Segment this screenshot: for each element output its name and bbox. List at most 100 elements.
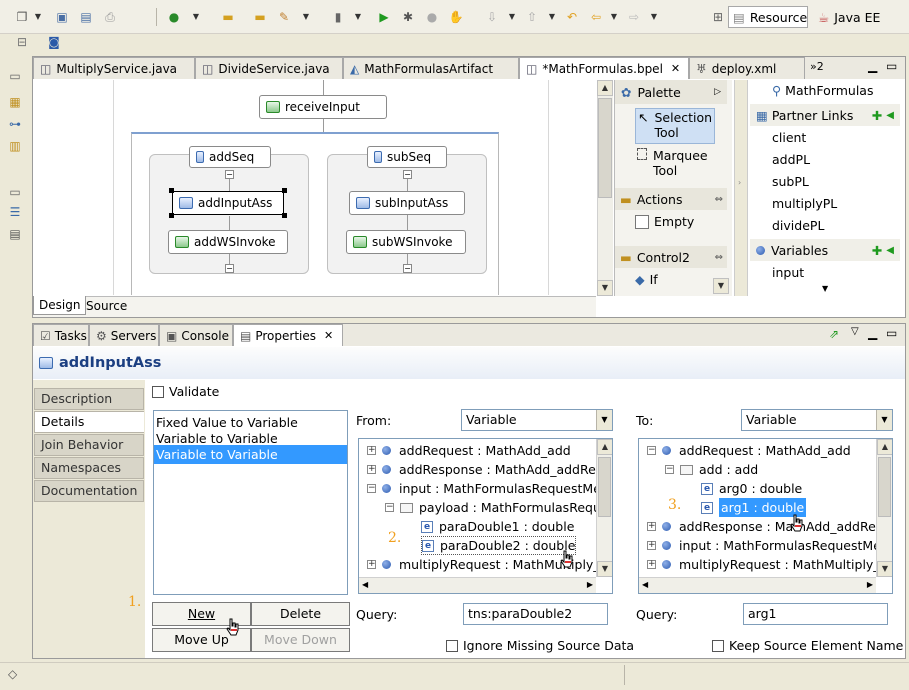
scroll-down-icon[interactable]: ▼ [822, 284, 828, 293]
partner-link-item[interactable]: multiplyPL [770, 194, 837, 213]
scroll-right-icon[interactable]: ▶ [587, 580, 593, 589]
pin-view-icon[interactable]: ⇗ [829, 327, 839, 341]
collapse-toggle[interactable]: − [385, 503, 394, 512]
tree-node[interactable]: + addRequest : MathAdd_add [367, 441, 571, 460]
sub-input-assign-node[interactable]: subInputAss [349, 191, 465, 215]
save-icon[interactable]: ▣ [54, 9, 70, 25]
view-menu-icon[interactable]: ▽ [851, 326, 859, 337]
to-query-field[interactable]: arg1 [743, 603, 888, 625]
scroll-left-icon[interactable]: ◀ [362, 580, 368, 589]
expand-toggle[interactable]: + [647, 522, 656, 531]
tree-scrollbar[interactable]: ▲ ▼ [876, 439, 892, 577]
tab-divideservice[interactable]: ◫ DivideService.java [195, 57, 343, 79]
add-variable-button[interactable]: ✚ [872, 243, 882, 258]
selection-tool[interactable]: ↖ Selection Tool [635, 108, 715, 144]
prev-annotation-icon[interactable]: ⇧ [524, 9, 540, 25]
tab-properties[interactable]: ▤ Properties ✕ [233, 324, 343, 346]
fast-view-icon[interactable]: ◇ [8, 667, 17, 681]
scroll-right-icon[interactable]: ▶ [867, 580, 873, 589]
selection-handle[interactable] [282, 213, 287, 218]
start-icon[interactable]: ▶ [376, 9, 392, 25]
chevron-down-icon[interactable]: ▼ [504, 9, 520, 25]
collapse-toggle[interactable]: − [367, 484, 376, 493]
side-tab-join-behavior[interactable]: Join Behavior [34, 434, 144, 456]
marquee-tool[interactable]: Marquee Tool [635, 148, 719, 182]
scroll-thumb[interactable] [598, 457, 611, 517]
side-tab-description[interactable]: Description [34, 388, 144, 410]
add-partner-link-button[interactable]: ✚ [872, 108, 882, 123]
maximize-icon[interactable]: ▭ [886, 59, 897, 73]
minimize-icon[interactable]: ▁ [868, 59, 877, 73]
scroll-thumb[interactable] [878, 457, 891, 517]
h-scrollbar[interactable]: ◀ ▶ [359, 577, 596, 593]
tab-source[interactable]: Source [83, 298, 130, 314]
collapse-toggle[interactable]: − [403, 170, 412, 179]
last-edit-icon[interactable]: ↶ [564, 9, 580, 25]
scroll-down-button[interactable]: ▼ [713, 278, 729, 294]
hand-icon[interactable]: ✋ [448, 9, 464, 25]
side-tab-namespaces[interactable]: Namespaces [34, 457, 144, 479]
from-type-select[interactable]: Variable ▼ [461, 409, 613, 431]
chevron-down-icon[interactable]: ▼ [350, 9, 366, 25]
open-perspective-icon[interactable]: ⊞ [710, 9, 726, 25]
expand-toggle[interactable]: + [647, 541, 656, 550]
tab-console[interactable]: ▣ Console [159, 324, 233, 346]
chevron-down-icon[interactable]: ▼ [596, 410, 612, 430]
restore-icon[interactable]: ▭ [7, 184, 23, 200]
partner-link-item[interactable]: client [770, 128, 806, 147]
collapse-toggle[interactable]: − [403, 264, 412, 273]
checkbox-box[interactable] [152, 385, 164, 398]
move-down-button[interactable]: Move Down [251, 628, 350, 652]
ignore-missing-checkbox[interactable]: Ignore Missing Source Data [446, 638, 634, 653]
minimize-icon[interactable]: ▁ [868, 326, 877, 340]
tree-node[interactable]: − add : add [665, 460, 758, 479]
debug-icon[interactable]: ● [166, 9, 182, 25]
receive-input-node[interactable]: receiveInput [259, 95, 387, 119]
splitter[interactable]: › [734, 80, 748, 296]
new-icon[interactable]: ❐ [14, 9, 30, 25]
next-annotation-icon[interactable]: ⇩ [484, 9, 500, 25]
copy-rule-list[interactable]: Fixed Value to Variable Variable to Vari… [153, 410, 348, 595]
if-activity[interactable]: ◆ If [635, 272, 658, 287]
tree-node[interactable]: − addRequest : MathAdd_add [647, 441, 851, 460]
partner-link-item[interactable]: dividePL [770, 216, 824, 235]
chevron-down-icon[interactable]: ▼ [876, 410, 892, 430]
collapse-toggle[interactable]: − [665, 465, 674, 474]
side-tab-documentation[interactable]: Documentation [34, 480, 144, 502]
from-tree[interactable]: + addRequest : MathAdd_add + addResponse :… [358, 438, 613, 594]
sub-seq-label[interactable]: subSeq [367, 146, 447, 168]
chevron-down-icon[interactable]: ▼ [188, 9, 204, 25]
scroll-down-button[interactable]: ▼ [877, 561, 892, 577]
perspective-javaee[interactable]: ☕ Java EE [814, 6, 904, 28]
history-icon[interactable]: ⊟ [14, 34, 30, 50]
remove-icon[interactable]: ◀ [886, 245, 894, 256]
server-icon[interactable]: ▮ [330, 9, 346, 25]
side-tab-details[interactable]: Details [34, 411, 144, 433]
expand-toggle[interactable]: + [367, 560, 376, 569]
tree-node[interactable]: + multiplyRequest : MathMultiply_m [647, 555, 892, 574]
chevron-down-icon[interactable]: ▼ [544, 9, 560, 25]
scroll-down-button[interactable]: ▼ [597, 561, 612, 577]
control-drawer[interactable]: ▬ Control2 ⇔ [615, 246, 727, 268]
diagram-canvas[interactable]: receiveInput addSeq − addInputAss addWSI… [33, 80, 596, 295]
folder-icon[interactable]: ▬ [252, 9, 268, 25]
print-icon[interactable]: ⎙ [102, 9, 118, 25]
scroll-left-icon[interactable]: ◀ [642, 580, 648, 589]
partner-link-item[interactable]: subPL [770, 172, 809, 191]
expand-toggle[interactable]: + [367, 465, 376, 474]
sub-ws-invoke-node[interactable]: subWSInvoke [346, 230, 466, 254]
tab-tasks[interactable]: ☑ Tasks [33, 324, 89, 346]
close-icon[interactable]: ✕ [324, 329, 333, 342]
tab-multiplyservice[interactable]: ◫ MultiplyService.java [33, 57, 195, 79]
package-explorer-icon[interactable]: ▦ [7, 94, 23, 110]
to-tree[interactable]: − addRequest : MathAdd_add − add : add e ar… [638, 438, 893, 594]
actions-drawer[interactable]: ▬ Actions ⇔ [615, 188, 727, 210]
hierarchy-icon[interactable]: ⊶ [7, 116, 23, 132]
chevron-down-icon[interactable]: ▼ [646, 9, 662, 25]
forward-icon[interactable]: ⇨ [626, 9, 642, 25]
expand-toggle[interactable]: + [367, 446, 376, 455]
tree-node[interactable]: − payload : MathFormulasReque [385, 498, 609, 517]
triangle-right-icon[interactable]: ▷ [714, 87, 721, 97]
list-item-selected[interactable]: Variable to Variable [154, 445, 347, 464]
tab-servers[interactable]: ⚙ Servers [89, 324, 159, 346]
